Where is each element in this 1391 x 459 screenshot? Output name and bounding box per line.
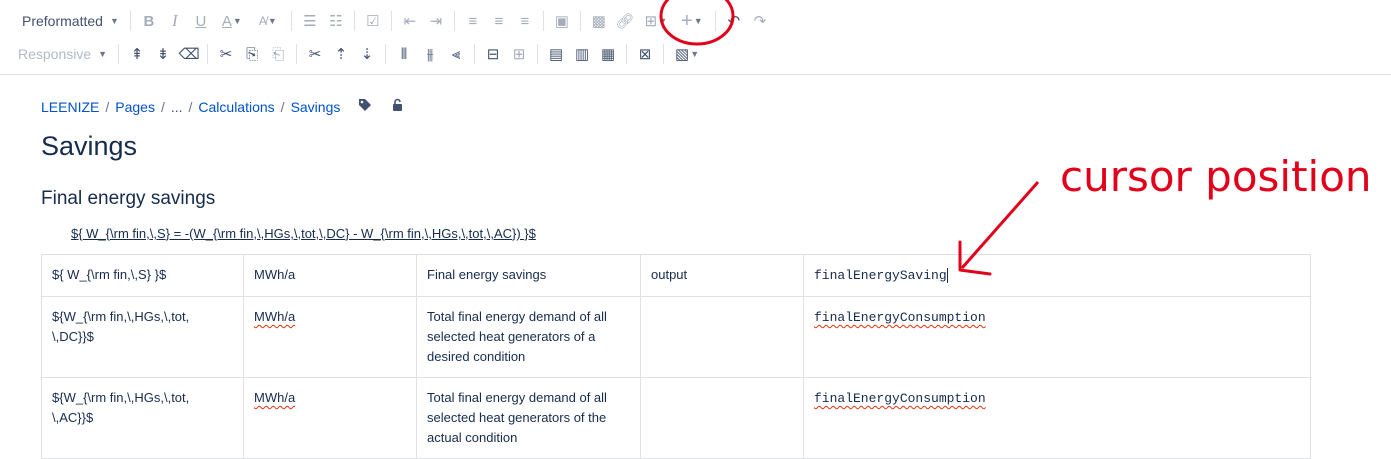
highlight-circle bbox=[659, 0, 735, 46]
annotation-overlay bbox=[659, 0, 1040, 276]
annotation-arrowhead bbox=[958, 240, 992, 276]
annotation-arrow bbox=[960, 181, 1040, 269]
